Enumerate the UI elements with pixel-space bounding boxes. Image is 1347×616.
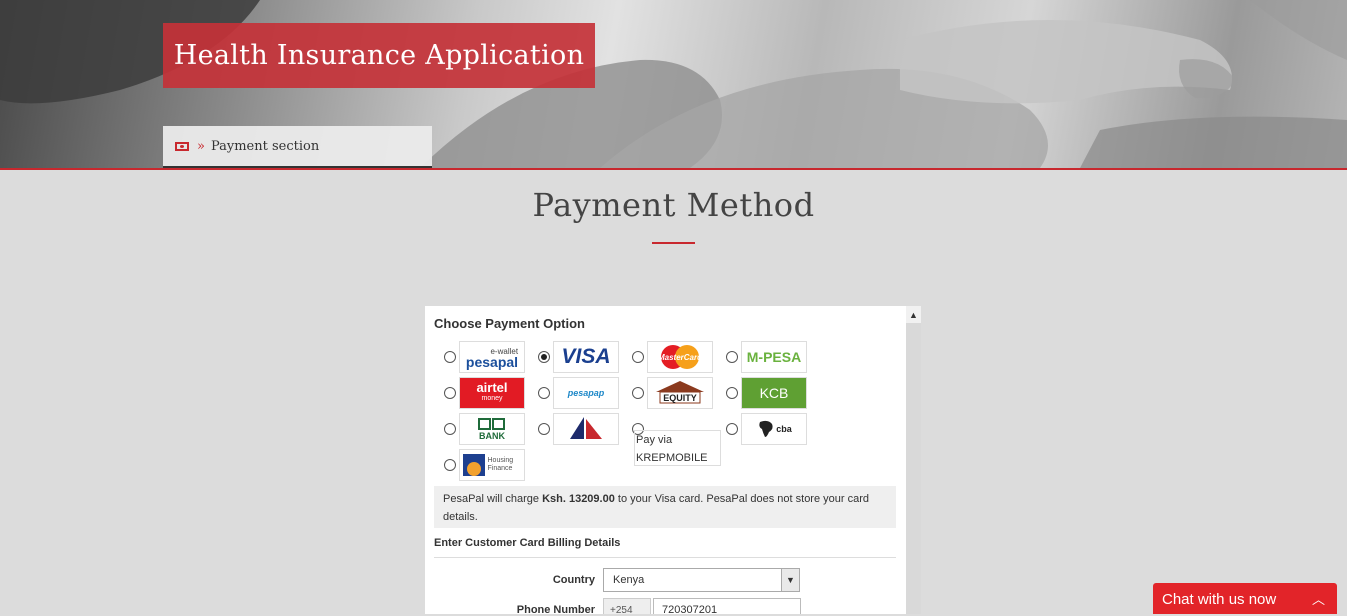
visa-text: VISA bbox=[561, 345, 611, 368]
breadcrumb-current: Payment section bbox=[210, 138, 320, 154]
phone-label: Phone Number bbox=[516, 604, 595, 614]
breadcrumb-separator: » bbox=[197, 138, 205, 154]
payment-options-title: Choose Payment Option bbox=[434, 316, 585, 331]
sail-icon bbox=[570, 417, 602, 439]
housing-finance-text: Housing Finance bbox=[487, 457, 514, 472]
pesapal-logo[interactable]: e-wallet pesapal bbox=[459, 341, 525, 373]
scroll-up-arrow-icon[interactable]: ▲ bbox=[906, 306, 921, 323]
radio-equity[interactable] bbox=[632, 387, 644, 399]
airtel-sub: money bbox=[481, 395, 503, 402]
hero-banner: Health Insurance Application » Payment s… bbox=[0, 0, 1347, 170]
money-icon bbox=[175, 141, 189, 151]
radio-mastercard[interactable] bbox=[632, 351, 644, 363]
co-op-text: BANK bbox=[479, 430, 505, 441]
mastercard-logo[interactable]: MasterCard bbox=[647, 341, 713, 373]
sunrise-icon bbox=[462, 454, 485, 476]
visa-logo[interactable]: VISA bbox=[553, 341, 619, 373]
equity-text: EQUITY bbox=[663, 393, 697, 403]
country-value: Kenya bbox=[613, 574, 645, 586]
kcb-text: KCB bbox=[759, 385, 789, 401]
airtel-text: airtel bbox=[476, 380, 508, 395]
billing-section-title: Enter Customer Card Billing Details bbox=[434, 537, 621, 549]
radio-pesapal[interactable] bbox=[444, 351, 456, 363]
page-title: Health Insurance Application bbox=[163, 23, 595, 88]
chevron-down-icon[interactable]: ▼ bbox=[781, 569, 799, 591]
co-op-icon bbox=[478, 417, 505, 430]
breadcrumb: » Payment section bbox=[163, 126, 432, 168]
africa-map-icon bbox=[759, 420, 773, 437]
phone-number-input[interactable] bbox=[653, 598, 801, 614]
section-heading: Payment Method bbox=[532, 186, 815, 224]
airtel-money-logo[interactable]: airtel money bbox=[459, 377, 525, 409]
radio-cba[interactable] bbox=[726, 423, 738, 435]
chat-widget-button[interactable]: Chat with us now ︿ bbox=[1153, 583, 1337, 614]
heading-divider bbox=[652, 242, 695, 244]
payment-iframe: Choose Payment Option e-wallet pesapal V… bbox=[425, 306, 921, 614]
radio-family-bank[interactable] bbox=[538, 423, 550, 435]
radio-visa[interactable] bbox=[538, 351, 550, 363]
chevron-up-icon[interactable]: ︿ bbox=[1312, 583, 1325, 616]
cba-logo[interactable]: cba bbox=[741, 413, 807, 445]
phone-prefix: +254 bbox=[603, 598, 651, 614]
kcb-logo[interactable]: KCB bbox=[741, 377, 807, 409]
radio-co-op-bank[interactable] bbox=[444, 423, 456, 435]
billing-divider bbox=[434, 557, 896, 558]
pesapap-logo[interactable]: pesapap bbox=[553, 377, 619, 409]
charge-info: PesaPal will charge Ksh. 13209.00 to you… bbox=[434, 486, 896, 528]
charge-amount: Ksh. 13209.00 bbox=[542, 493, 615, 505]
chat-label: Chat with us now bbox=[1162, 591, 1277, 608]
mpesa-logo[interactable]: M-PESA bbox=[741, 341, 807, 373]
country-label: Country bbox=[552, 574, 595, 586]
mpesa-text: M-PESA bbox=[746, 349, 802, 365]
co-op-bank-logo[interactable]: BANK bbox=[459, 413, 525, 445]
housing-finance-logo[interactable]: Housing Finance bbox=[459, 449, 525, 481]
country-select[interactable]: Kenya ▼ bbox=[603, 568, 800, 592]
radio-pesapap[interactable] bbox=[538, 387, 550, 399]
iframe-scrollbar[interactable]: ▲ bbox=[906, 306, 921, 614]
family-bank-logo[interactable] bbox=[553, 413, 619, 445]
charge-info-prefix: PesaPal will charge bbox=[443, 493, 543, 505]
pesapap-text: pesapap bbox=[567, 388, 605, 398]
radio-housing-finance[interactable] bbox=[444, 459, 456, 471]
pesapal-text: pesapal bbox=[465, 354, 519, 370]
radio-mpesa[interactable] bbox=[726, 351, 738, 363]
cba-text: cba bbox=[776, 424, 792, 434]
mastercard-text: MasterCard bbox=[657, 352, 702, 362]
radio-kcb[interactable] bbox=[726, 387, 738, 399]
krepmobile-option[interactable]: Pay via KREPMOBILE bbox=[634, 430, 721, 466]
radio-airtel-money[interactable] bbox=[444, 387, 456, 399]
equity-logo[interactable]: EQUITY bbox=[647, 377, 713, 409]
